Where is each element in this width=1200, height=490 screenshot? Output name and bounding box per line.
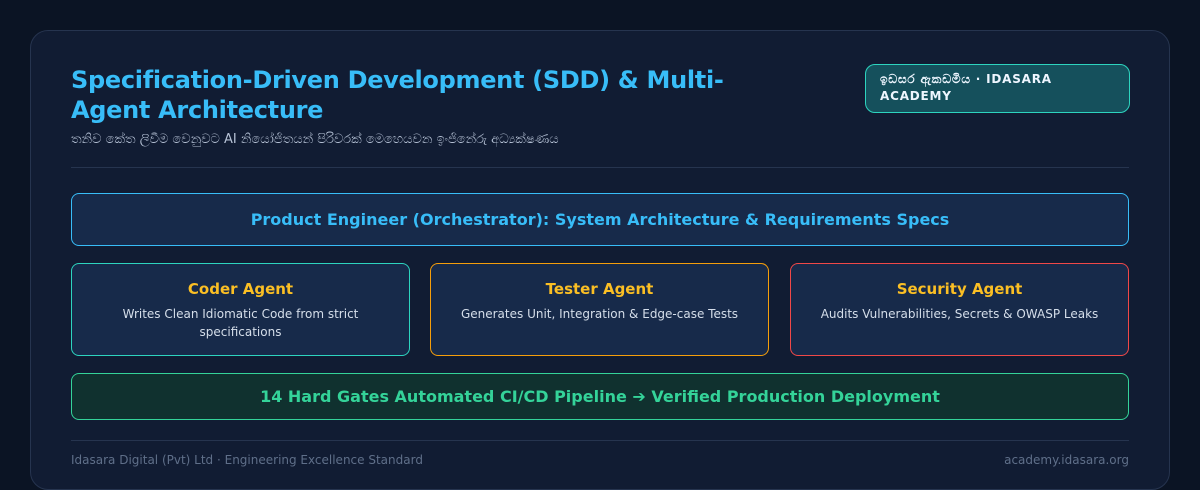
page-title: Specification-Driven Development (SDD) &… — [71, 66, 724, 124]
security-agent-box: Security Agent Audits Vulnerabilities, S… — [790, 263, 1129, 356]
footer-company: Idasara Digital (Pvt) Ltd · Engineering … — [71, 453, 423, 467]
orchestrator-box: Product Engineer (Orchestrator): System … — [71, 193, 1129, 246]
diagram-card: Specification-Driven Development (SDD) &… — [30, 30, 1170, 490]
coder-agent-box: Coder Agent Writes Clean Idiomatic Code … — [71, 263, 410, 356]
pipeline-label: 14 Hard Gates Automated CI/CD Pipeline ➔… — [260, 387, 940, 406]
agent-name: Security Agent — [896, 280, 1023, 298]
agent-name: Coder Agent — [187, 280, 294, 298]
academy-badge: ඉඩසර ඇකඩමිය · IDASARA ACADEMY — [865, 64, 1130, 113]
footer-website: academy.idasara.org — [1004, 453, 1129, 467]
pipeline-box: 14 Hard Gates Automated CI/CD Pipeline ➔… — [71, 373, 1129, 420]
page-subtitle: තනිව කේත ලිවීම වෙනුවට AI නියෝජිතයන් පිරි… — [71, 132, 559, 147]
orchestrator-label: Product Engineer (Orchestrator): System … — [250, 210, 950, 229]
agent-description: Audits Vulnerabilities, Secrets & OWASP … — [820, 307, 1099, 321]
tester-agent-box: Tester Agent Generates Unit, Integration… — [430, 263, 769, 356]
agent-description: Generates Unit, Integration & Edge-case … — [460, 307, 739, 321]
header-divider — [71, 167, 1129, 168]
agent-description: Writes Clean Idiomatic Code from strict … — [122, 307, 359, 339]
agent-name: Tester Agent — [545, 280, 654, 298]
footer-divider — [71, 440, 1129, 441]
